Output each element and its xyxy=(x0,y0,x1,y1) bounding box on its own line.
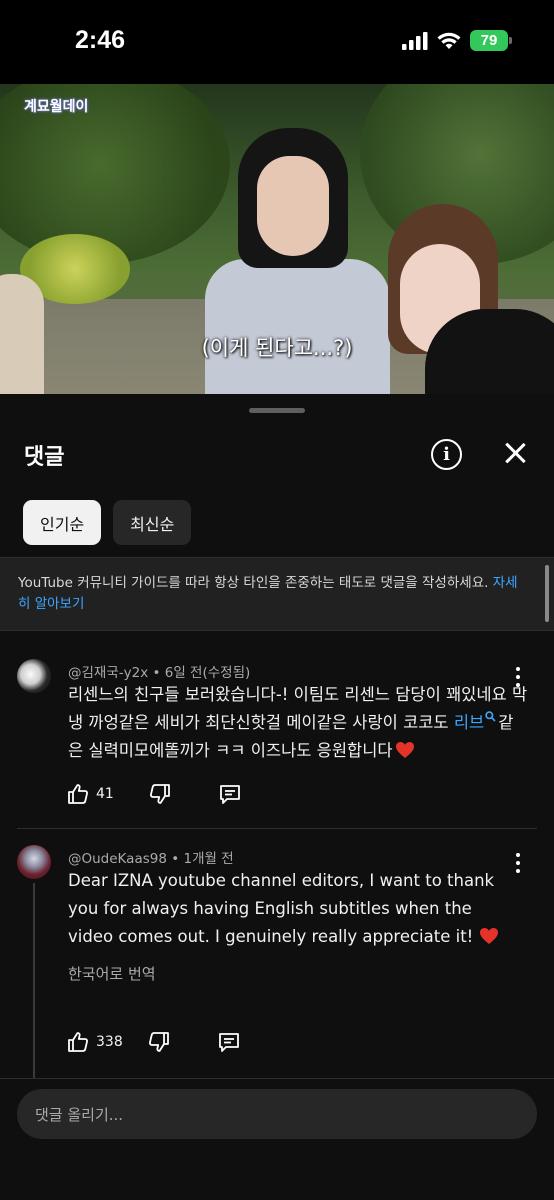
cellular-signal-icon xyxy=(402,31,428,50)
info-icon[interactable]: i xyxy=(431,439,462,470)
battery-indicator: 79 xyxy=(470,30,512,51)
like-button[interactable]: 41 xyxy=(66,782,114,806)
status-bar: 2:46 79 xyxy=(0,0,554,84)
scrollbar-thumb[interactable] xyxy=(545,565,549,622)
avatar[interactable] xyxy=(17,845,51,879)
thumbs-up-icon xyxy=(68,1032,88,1052)
comment-text-part: Dear IZNA youtube channel editors, I wan… xyxy=(68,871,495,946)
status-icons: 79 xyxy=(402,30,512,51)
video-frame-shape xyxy=(257,156,329,256)
close-icon[interactable] xyxy=(500,438,530,468)
divider xyxy=(0,630,554,631)
like-button[interactable]: 338 xyxy=(66,1030,123,1054)
comment-input-placeholder: 댓글 올리기... xyxy=(35,1105,124,1124)
avatar[interactable] xyxy=(17,659,51,693)
comment-time: 6일 전(수정됨) xyxy=(164,665,251,681)
comment-actions: 41 xyxy=(66,782,242,806)
battery-level: 79 xyxy=(480,32,498,49)
thumbs-down-icon xyxy=(149,784,170,804)
video-subtitle: (이게 된다고...?) xyxy=(201,336,353,360)
like-count: 41 xyxy=(96,786,114,802)
translate-button[interactable]: 한국어로 번역 xyxy=(68,963,156,984)
thumbs-up-icon xyxy=(68,784,88,804)
divider xyxy=(0,1078,554,1079)
reply-comment-icon xyxy=(219,785,240,804)
video-frame-shape xyxy=(205,259,390,394)
reply-button[interactable] xyxy=(217,1030,241,1054)
thumbs-down-icon xyxy=(148,1032,169,1052)
heart-emoji-icon xyxy=(479,928,498,944)
dislike-button[interactable] xyxy=(147,1030,171,1054)
heart-emoji-icon xyxy=(395,742,414,758)
channel-logo: 계묘월데이 xyxy=(24,99,89,115)
comment-text: Dear IZNA youtube channel editors, I wan… xyxy=(68,867,518,951)
sort-chip-popular[interactable]: 인기순 xyxy=(23,500,102,545)
dislike-button[interactable] xyxy=(148,782,172,806)
comment-text: 리센느의 친구들 보러왔습니다-! 이팀도 리센느 담당이 꽤있네요 막냉 까엉… xyxy=(68,681,528,765)
sort-chips: 인기순 최신순 xyxy=(23,500,192,545)
comment-author[interactable]: @김재국-y2x xyxy=(68,665,148,681)
sort-chip-newest[interactable]: 최신순 xyxy=(113,500,192,545)
reply-button[interactable] xyxy=(218,782,242,806)
search-icon[interactable] xyxy=(485,710,496,722)
thread-line xyxy=(33,883,35,1079)
search-link[interactable]: 리브 xyxy=(454,713,484,732)
reply-comment-icon xyxy=(218,1033,239,1052)
comment-time: 1개월 전 xyxy=(183,851,234,867)
comment-meta: @OudeKaas98 • 1개월 전 xyxy=(68,851,234,867)
wifi-icon xyxy=(437,32,461,49)
community-guideline-notice: YouTube 커뮤니티 가이드를 따라 항상 타인을 존중하는 태도로 댓글을… xyxy=(0,558,554,630)
like-count: 338 xyxy=(96,1034,123,1050)
comment-actions: 338 xyxy=(66,1030,241,1054)
comment-input[interactable]: 댓글 올리기... xyxy=(17,1089,537,1139)
panel-title: 댓글 xyxy=(24,445,65,470)
divider xyxy=(17,828,537,829)
video-player[interactable]: 계묘월데이 (이게 된다고...?) xyxy=(0,84,554,394)
comments-panel: 댓글 i 인기순 최신순 YouTube 커뮤니티 가이드를 따라 항상 타인을… xyxy=(0,394,554,1200)
comment-author[interactable]: @OudeKaas98 xyxy=(68,851,167,867)
comment-meta: @김재국-y2x • 6일 전(수정됨) xyxy=(68,665,251,681)
drag-handle[interactable] xyxy=(249,408,305,413)
guideline-text: YouTube 커뮤니티 가이드를 따라 항상 타인을 존중하는 태도로 댓글을… xyxy=(18,575,489,591)
status-time: 2:46 xyxy=(75,26,126,54)
